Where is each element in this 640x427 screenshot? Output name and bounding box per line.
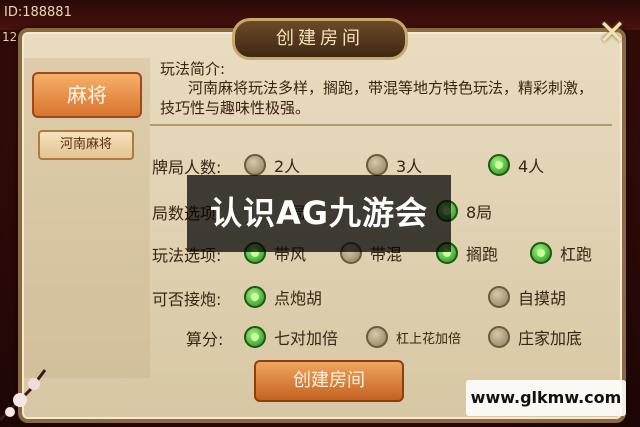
radio-on-icon[interactable] [244, 286, 266, 308]
play-option-gangpao[interactable]: 杠跑 [530, 240, 592, 266]
dialog-title-plate: 创建房间 [232, 18, 408, 60]
henan-mahjong-tab[interactable]: 河南麻将 [38, 130, 134, 160]
watermark: www.glkmw.com [466, 380, 626, 416]
create-room-button[interactable]: 创建房间 [254, 360, 404, 402]
radio-off-icon[interactable] [366, 154, 388, 176]
radio-on-icon[interactable] [488, 154, 510, 176]
radio-off-icon[interactable] [488, 326, 510, 348]
intro-heading: 玩法简介: [160, 60, 226, 78]
close-icon[interactable]: ✕ [592, 14, 632, 54]
blossom-decoration [0, 369, 47, 422]
scoring-label: 算分: [186, 330, 224, 349]
score-option-zhuangjia[interactable]: 庄家加底 [488, 324, 582, 350]
radio-on-icon[interactable] [530, 242, 552, 264]
dialog-title: 创建房间 [276, 28, 364, 49]
score-option-qidui[interactable]: 七对加倍 [244, 324, 338, 350]
players-option-4[interactable]: 4人 [488, 152, 544, 178]
win-option-zimo[interactable]: 自摸胡 [488, 284, 566, 310]
mahjong-category-button[interactable]: 麻将 [32, 72, 142, 118]
radio-off-icon[interactable] [244, 154, 266, 176]
radio-off-icon[interactable] [488, 286, 510, 308]
overlay-caption: 认识AG九游会 [187, 175, 451, 252]
radio-off-icon[interactable] [366, 326, 388, 348]
player-id-text: ID:188881 [4, 5, 72, 20]
divider [150, 124, 612, 126]
side-number: 12 [2, 30, 18, 44]
win-option-dianpao[interactable]: 点炮胡 [244, 284, 322, 310]
score-option-gangshanghua[interactable]: 杠上花加倍 [366, 324, 461, 350]
intro-body: 河南麻将玩法多样，搁跑，带混等地方特色玩法，精彩刺激，技巧性与趣味性极强。 [160, 79, 594, 117]
discard-win-label: 可否接炮: [152, 290, 222, 309]
radio-on-icon[interactable] [244, 326, 266, 348]
